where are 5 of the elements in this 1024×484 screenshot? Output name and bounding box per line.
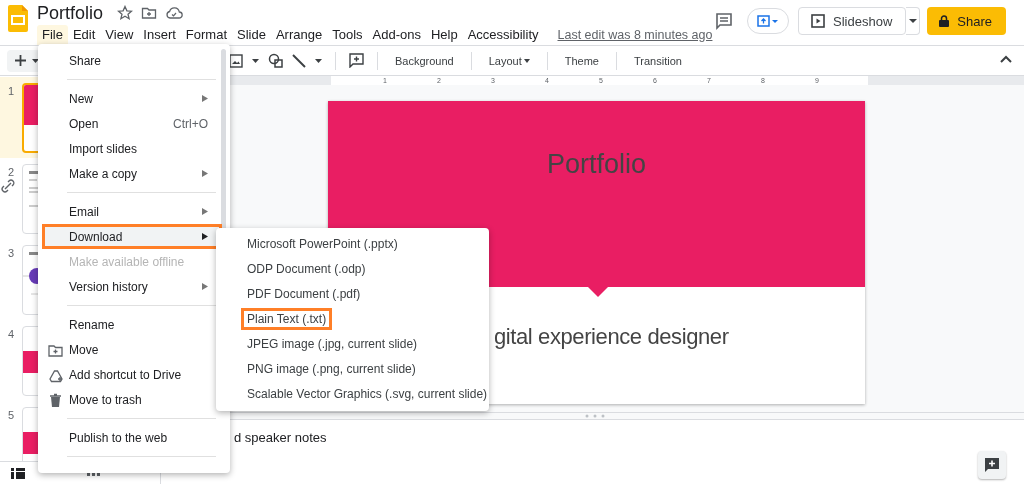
slide-number: 1 [6, 84, 16, 97]
slide-number: 5 [6, 408, 16, 421]
slide-number: 2 [6, 165, 16, 178]
slide-number: 3 [6, 246, 16, 259]
slide-number: 4 [6, 327, 16, 340]
